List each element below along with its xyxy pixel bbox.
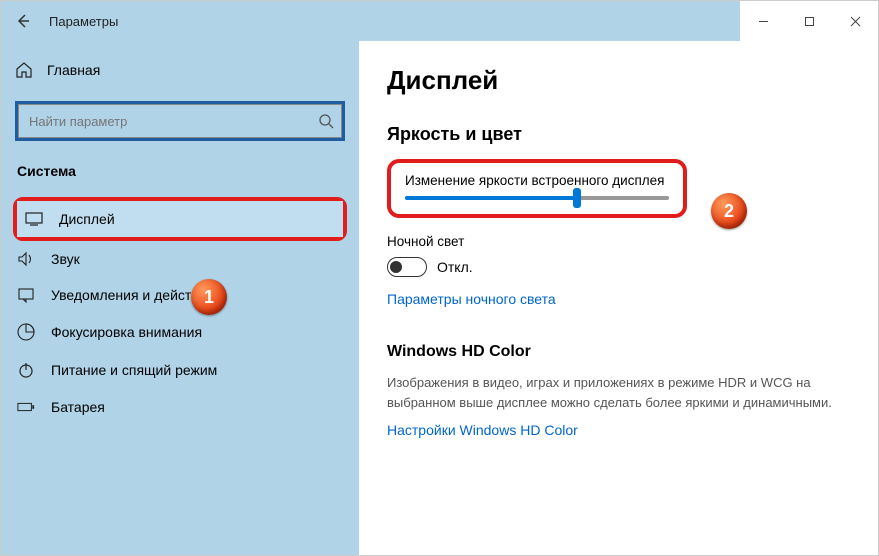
maximize-button[interactable] <box>786 1 832 41</box>
sidebar-item-power[interactable]: Питание и спящий режим <box>1 351 359 389</box>
sidebar-item-sound[interactable]: Звук <box>1 241 359 277</box>
notifications-icon <box>17 287 35 303</box>
sidebar-item-display[interactable]: Дисплей <box>17 201 343 237</box>
close-button[interactable] <box>832 1 878 41</box>
brightness-slider[interactable] <box>405 196 669 200</box>
window-controls <box>740 1 878 41</box>
sidebar-item-notifications[interactable]: Уведомления и действия <box>1 277 359 313</box>
titlebar: Параметры <box>1 1 878 41</box>
main-panel: Дисплей Яркость и цвет Изменение яркости… <box>359 41 878 555</box>
slider-fill <box>405 196 577 200</box>
annotation-badge-1: 1 <box>191 279 227 315</box>
annotation-highlight-2: Изменение яркости встроенного дисплея <box>387 159 687 218</box>
power-icon <box>17 361 35 379</box>
sidebar-item-label: Уведомления и действия <box>51 287 214 303</box>
back-button[interactable] <box>1 13 45 29</box>
night-light-label: Ночной свет <box>387 234 850 249</box>
toggle-state-label: Откл. <box>437 259 473 275</box>
battery-icon <box>17 401 35 413</box>
close-icon <box>850 16 861 27</box>
search-icon <box>318 113 334 129</box>
arrow-left-icon <box>15 13 31 29</box>
minimize-icon <box>758 16 769 27</box>
annotation-badge-2: 2 <box>711 193 747 229</box>
sidebar-item-label: Питание и спящий режим <box>51 362 217 378</box>
sidebar-item-label: Батарея <box>51 399 105 415</box>
section-brightness-color: Яркость и цвет <box>387 124 850 145</box>
hd-color-desc: Изображения в видео, играх и приложениях… <box>387 373 850 412</box>
search-input[interactable] <box>18 104 342 138</box>
brightness-label: Изменение яркости встроенного дисплея <box>405 173 669 188</box>
page-title: Дисплей <box>387 65 850 96</box>
focus-icon <box>17 323 35 341</box>
sidebar: Главная Система Дисплей Звук Уведомления… <box>1 41 359 555</box>
toggle-knob <box>390 261 402 273</box>
sidebar-item-battery[interactable]: Батарея <box>1 389 359 425</box>
night-light-settings-link[interactable]: Параметры ночного света <box>387 291 850 307</box>
maximize-icon <box>804 16 815 27</box>
sidebar-item-label: Звук <box>51 251 80 267</box>
sidebar-home-label: Главная <box>47 62 100 78</box>
home-icon <box>15 61 33 79</box>
annotation-highlight-1: Дисплей <box>13 197 347 241</box>
search-input-wrap[interactable] <box>15 101 345 141</box>
sidebar-item-label: Дисплей <box>59 211 115 227</box>
sound-icon <box>17 251 35 267</box>
night-light-toggle[interactable] <box>387 257 427 277</box>
sidebar-home[interactable]: Главная <box>1 55 359 85</box>
sidebar-item-label: Фокусировка внимания <box>51 324 202 340</box>
hd-color-heading: Windows HD Color <box>387 343 850 361</box>
sidebar-section-title: Система <box>1 163 359 179</box>
sidebar-item-focus[interactable]: Фокусировка внимания <box>1 313 359 351</box>
minimize-button[interactable] <box>740 1 786 41</box>
window-title: Параметры <box>45 14 118 29</box>
slider-thumb[interactable] <box>573 188 581 208</box>
display-icon <box>25 212 43 226</box>
hd-color-settings-link[interactable]: Настройки Windows HD Color <box>387 422 850 438</box>
